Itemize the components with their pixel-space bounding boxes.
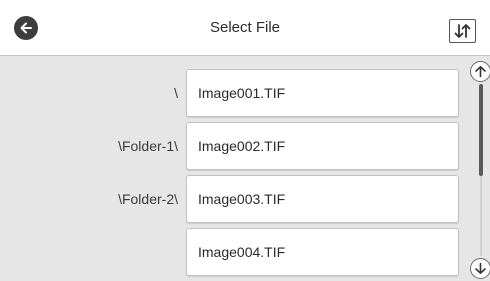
list-item: \Folder-2\ Image003.TIF <box>0 175 460 223</box>
scroll-up-button[interactable] <box>470 61 490 82</box>
file-button[interactable]: Image002.TIF <box>186 122 459 170</box>
select-file-screen: Select File \ Image001.TIF \Folder-1\ Im… <box>0 0 490 281</box>
folder-path-label: \Folder-1\ <box>118 138 178 154</box>
header-bar: Select File <box>0 0 490 56</box>
file-button[interactable]: Image004.TIF <box>186 228 459 276</box>
scroll-down-button[interactable] <box>470 258 490 279</box>
list-item: Image004.TIF <box>0 228 460 276</box>
folder-path-label: \Folder-2\ <box>118 191 178 207</box>
scrollbar-thumb[interactable] <box>479 84 483 176</box>
arrow-left-icon <box>20 22 32 34</box>
folder-path-label: \ <box>174 85 178 101</box>
back-button[interactable] <box>14 16 38 40</box>
arrow-down-icon <box>475 262 486 274</box>
folder-path-label <box>0 228 178 276</box>
sort-up-down-icon <box>454 24 471 38</box>
file-list: \ Image001.TIF \Folder-1\ Image002.TIF \… <box>0 56 462 281</box>
list-item: \ Image001.TIF <box>0 69 460 117</box>
page-title: Select File <box>209 19 281 36</box>
arrow-up-icon <box>475 66 486 78</box>
sort-button[interactable] <box>449 19 476 43</box>
list-item: \Folder-1\ Image002.TIF <box>0 122 460 170</box>
file-button[interactable]: Image003.TIF <box>186 175 459 223</box>
file-button[interactable]: Image001.TIF <box>186 69 459 117</box>
